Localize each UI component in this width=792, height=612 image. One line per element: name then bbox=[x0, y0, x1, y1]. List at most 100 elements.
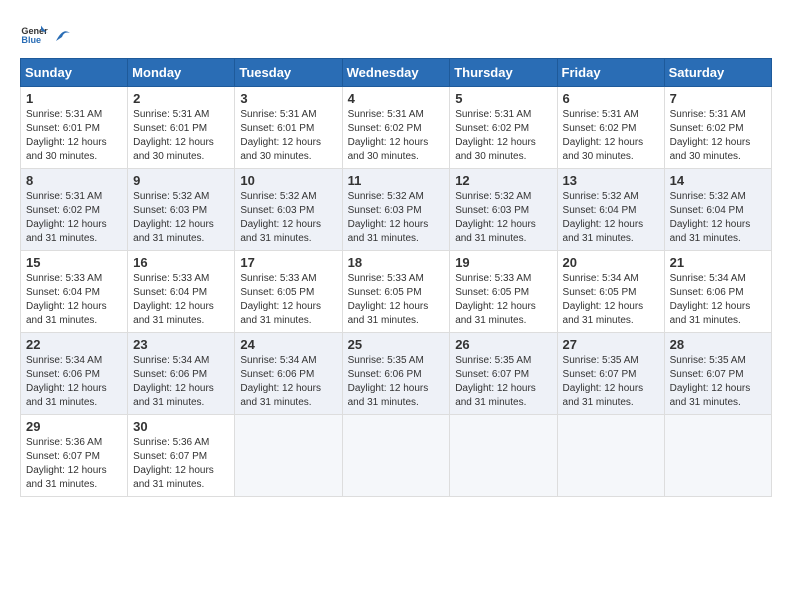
header: General Blue bbox=[20, 20, 772, 48]
daylight-label: Daylight: 12 hours and 31 minutes. bbox=[455, 219, 536, 244]
calendar-table: SundayMondayTuesdayWednesdayThursdayFrid… bbox=[20, 58, 772, 497]
day-number: 29 bbox=[26, 419, 122, 434]
day-number: 28 bbox=[670, 337, 766, 352]
day-number: 26 bbox=[455, 337, 551, 352]
sunset-label: Sunset: 6:06 PM bbox=[133, 369, 207, 380]
day-number: 25 bbox=[348, 337, 445, 352]
calendar-cell: 8 Sunrise: 5:31 AM Sunset: 6:02 PM Dayli… bbox=[21, 169, 128, 251]
sunset-label: Sunset: 6:04 PM bbox=[133, 287, 207, 298]
day-number: 12 bbox=[455, 173, 551, 188]
day-number: 20 bbox=[563, 255, 659, 270]
sunset-label: Sunset: 6:07 PM bbox=[455, 369, 529, 380]
day-info: Sunrise: 5:35 AM Sunset: 6:07 PM Dayligh… bbox=[563, 354, 659, 410]
daylight-label: Daylight: 12 hours and 31 minutes. bbox=[563, 301, 644, 326]
sunset-label: Sunset: 6:03 PM bbox=[133, 205, 207, 216]
calendar-header-thursday: Thursday bbox=[450, 59, 557, 87]
daylight-label: Daylight: 12 hours and 31 minutes. bbox=[133, 465, 214, 490]
sunrise-label: Sunrise: 5:31 AM bbox=[26, 191, 102, 202]
sunset-label: Sunset: 6:03 PM bbox=[348, 205, 422, 216]
daylight-label: Daylight: 12 hours and 30 minutes. bbox=[670, 137, 751, 162]
sunrise-label: Sunrise: 5:36 AM bbox=[26, 437, 102, 448]
day-info: Sunrise: 5:34 AM Sunset: 6:06 PM Dayligh… bbox=[670, 272, 766, 328]
sunrise-label: Sunrise: 5:35 AM bbox=[563, 355, 639, 366]
sunset-label: Sunset: 6:05 PM bbox=[240, 287, 314, 298]
sunrise-label: Sunrise: 5:31 AM bbox=[26, 109, 102, 120]
sunset-label: Sunset: 6:06 PM bbox=[670, 287, 744, 298]
day-info: Sunrise: 5:32 AM Sunset: 6:04 PM Dayligh… bbox=[670, 190, 766, 246]
sunrise-label: Sunrise: 5:31 AM bbox=[670, 109, 746, 120]
sunrise-label: Sunrise: 5:32 AM bbox=[563, 191, 639, 202]
sunrise-label: Sunrise: 5:33 AM bbox=[240, 273, 316, 284]
day-number: 5 bbox=[455, 91, 551, 106]
calendar-cell: 23 Sunrise: 5:34 AM Sunset: 6:06 PM Dayl… bbox=[128, 333, 235, 415]
sunset-label: Sunset: 6:04 PM bbox=[563, 205, 637, 216]
daylight-label: Daylight: 12 hours and 31 minutes. bbox=[133, 301, 214, 326]
daylight-label: Daylight: 12 hours and 31 minutes. bbox=[563, 383, 644, 408]
calendar-cell bbox=[557, 415, 664, 497]
day-number: 16 bbox=[133, 255, 229, 270]
day-info: Sunrise: 5:33 AM Sunset: 6:05 PM Dayligh… bbox=[348, 272, 445, 328]
calendar-cell: 25 Sunrise: 5:35 AM Sunset: 6:06 PM Dayl… bbox=[342, 333, 450, 415]
daylight-label: Daylight: 12 hours and 31 minutes. bbox=[26, 219, 107, 244]
calendar-header-sunday: Sunday bbox=[21, 59, 128, 87]
day-info: Sunrise: 5:33 AM Sunset: 6:05 PM Dayligh… bbox=[455, 272, 551, 328]
daylight-label: Daylight: 12 hours and 31 minutes. bbox=[240, 301, 321, 326]
sunrise-label: Sunrise: 5:33 AM bbox=[455, 273, 531, 284]
calendar-cell: 7 Sunrise: 5:31 AM Sunset: 6:02 PM Dayli… bbox=[664, 87, 771, 169]
calendar-header-friday: Friday bbox=[557, 59, 664, 87]
sunset-label: Sunset: 6:07 PM bbox=[670, 369, 744, 380]
sunset-label: Sunset: 6:07 PM bbox=[26, 451, 100, 462]
calendar-cell: 17 Sunrise: 5:33 AM Sunset: 6:05 PM Dayl… bbox=[235, 251, 342, 333]
daylight-label: Daylight: 12 hours and 31 minutes. bbox=[670, 219, 751, 244]
sunset-label: Sunset: 6:02 PM bbox=[563, 123, 637, 134]
day-info: Sunrise: 5:32 AM Sunset: 6:03 PM Dayligh… bbox=[240, 190, 336, 246]
logo-icon: General Blue bbox=[20, 20, 48, 48]
logo-bird-icon bbox=[54, 23, 72, 45]
sunrise-label: Sunrise: 5:31 AM bbox=[348, 109, 424, 120]
day-info: Sunrise: 5:31 AM Sunset: 6:02 PM Dayligh… bbox=[563, 108, 659, 164]
sunset-label: Sunset: 6:04 PM bbox=[670, 205, 744, 216]
sunset-label: Sunset: 6:02 PM bbox=[26, 205, 100, 216]
calendar-cell: 1 Sunrise: 5:31 AM Sunset: 6:01 PM Dayli… bbox=[21, 87, 128, 169]
day-info: Sunrise: 5:32 AM Sunset: 6:04 PM Dayligh… bbox=[563, 190, 659, 246]
day-info: Sunrise: 5:34 AM Sunset: 6:06 PM Dayligh… bbox=[133, 354, 229, 410]
calendar-cell: 10 Sunrise: 5:32 AM Sunset: 6:03 PM Dayl… bbox=[235, 169, 342, 251]
calendar-cell: 16 Sunrise: 5:33 AM Sunset: 6:04 PM Dayl… bbox=[128, 251, 235, 333]
daylight-label: Daylight: 12 hours and 31 minutes. bbox=[26, 383, 107, 408]
day-info: Sunrise: 5:35 AM Sunset: 6:07 PM Dayligh… bbox=[455, 354, 551, 410]
sunrise-label: Sunrise: 5:35 AM bbox=[348, 355, 424, 366]
daylight-label: Daylight: 12 hours and 31 minutes. bbox=[348, 301, 429, 326]
daylight-label: Daylight: 12 hours and 31 minutes. bbox=[240, 219, 321, 244]
sunrise-label: Sunrise: 5:33 AM bbox=[348, 273, 424, 284]
day-number: 14 bbox=[670, 173, 766, 188]
calendar-week-row: 8 Sunrise: 5:31 AM Sunset: 6:02 PM Dayli… bbox=[21, 169, 772, 251]
day-number: 17 bbox=[240, 255, 336, 270]
day-number: 30 bbox=[133, 419, 229, 434]
day-info: Sunrise: 5:31 AM Sunset: 6:01 PM Dayligh… bbox=[133, 108, 229, 164]
calendar-cell bbox=[235, 415, 342, 497]
sunrise-label: Sunrise: 5:36 AM bbox=[133, 437, 209, 448]
day-info: Sunrise: 5:32 AM Sunset: 6:03 PM Dayligh… bbox=[455, 190, 551, 246]
daylight-label: Daylight: 12 hours and 31 minutes. bbox=[26, 465, 107, 490]
day-info: Sunrise: 5:36 AM Sunset: 6:07 PM Dayligh… bbox=[26, 436, 122, 492]
sunset-label: Sunset: 6:03 PM bbox=[240, 205, 314, 216]
calendar-week-row: 22 Sunrise: 5:34 AM Sunset: 6:06 PM Dayl… bbox=[21, 333, 772, 415]
daylight-label: Daylight: 12 hours and 30 minutes. bbox=[563, 137, 644, 162]
daylight-label: Daylight: 12 hours and 31 minutes. bbox=[563, 219, 644, 244]
calendar-header-row: SundayMondayTuesdayWednesdayThursdayFrid… bbox=[21, 59, 772, 87]
daylight-label: Daylight: 12 hours and 30 minutes. bbox=[133, 137, 214, 162]
calendar-cell: 22 Sunrise: 5:34 AM Sunset: 6:06 PM Dayl… bbox=[21, 333, 128, 415]
sunset-label: Sunset: 6:05 PM bbox=[455, 287, 529, 298]
day-number: 22 bbox=[26, 337, 122, 352]
day-number: 1 bbox=[26, 91, 122, 106]
sunset-label: Sunset: 6:05 PM bbox=[348, 287, 422, 298]
sunrise-label: Sunrise: 5:34 AM bbox=[563, 273, 639, 284]
sunrise-label: Sunrise: 5:35 AM bbox=[455, 355, 531, 366]
day-info: Sunrise: 5:31 AM Sunset: 6:02 PM Dayligh… bbox=[26, 190, 122, 246]
day-info: Sunrise: 5:31 AM Sunset: 6:01 PM Dayligh… bbox=[240, 108, 336, 164]
daylight-label: Daylight: 12 hours and 31 minutes. bbox=[133, 383, 214, 408]
calendar-cell: 3 Sunrise: 5:31 AM Sunset: 6:01 PM Dayli… bbox=[235, 87, 342, 169]
day-number: 13 bbox=[563, 173, 659, 188]
daylight-label: Daylight: 12 hours and 31 minutes. bbox=[26, 301, 107, 326]
day-info: Sunrise: 5:31 AM Sunset: 6:02 PM Dayligh… bbox=[455, 108, 551, 164]
